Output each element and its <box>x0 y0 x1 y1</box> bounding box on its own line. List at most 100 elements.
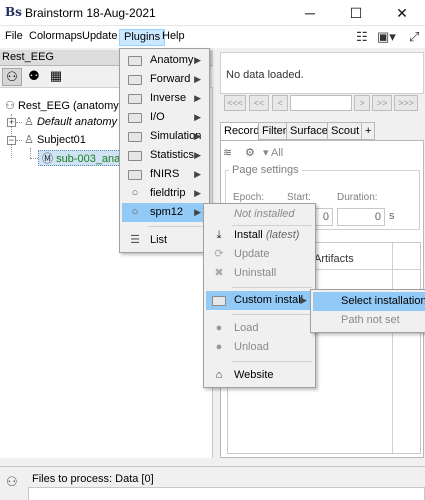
submenu-arrow-icon: ▶ <box>194 55 201 65</box>
spm12-status: Not installed <box>234 208 295 220</box>
plugins-item-list[interactable]: ☰ List <box>122 231 207 250</box>
tree-root-label: Rest_EEG (anatomy) <box>17 100 123 112</box>
functional-view-icon[interactable]: ⚉ <box>24 68 44 86</box>
submenu-arrow-icon: ▶ <box>194 169 201 179</box>
zoom-icon[interactable]: ⤢ <box>409 29 419 45</box>
folder-icon <box>210 291 228 313</box>
study-view-icon[interactable]: ▦ <box>46 68 66 86</box>
duration-unit: s <box>389 210 395 222</box>
expand-default-anatomy-toggle[interactable]: + <box>7 118 16 127</box>
collapse-subject-toggle[interactable]: − <box>7 136 16 145</box>
person-icon: ♙ <box>24 134 34 146</box>
minimize-button[interactable]: ─ <box>287 0 333 26</box>
gear-icon[interactable]: ⚙ <box>245 146 255 159</box>
menu-colormaps[interactable]: Colormaps <box>25 29 86 46</box>
menu-file[interactable]: File <box>1 29 27 46</box>
nav-prev-fast-button[interactable]: << <box>249 95 269 111</box>
tree-root[interactable]: ⚇ Rest_EEG (anatomy) <box>5 98 122 114</box>
plugins-item-io[interactable]: I/O ▶ <box>122 108 207 127</box>
tree-subject01[interactable]: ♙ Subject01 <box>24 132 86 148</box>
plugins-item-fieldtrip[interactable]: ○ fieldtrip ▶ <box>122 184 207 203</box>
menu-separator <box>232 314 312 315</box>
spm12-menu: Not installed ⤓ Install (latest) ⟳ Update … <box>203 203 316 388</box>
spm12-install[interactable]: ⤓ Install (latest) <box>206 226 313 245</box>
submenu-arrow-icon: ▶ <box>194 112 201 122</box>
nav-last-button[interactable]: >>> <box>394 95 418 111</box>
select-installation-folder[interactable]: Select installation fol <box>313 292 425 311</box>
plugins-item-simulation[interactable]: Simulation ▶ <box>122 127 207 146</box>
menu-bar: File Colormaps Update Plugins Help ☷ ▣▾ … <box>0 26 425 48</box>
brain-icon: ⚇ <box>5 100 15 112</box>
submenu-arrow-icon: ▶ <box>194 188 201 198</box>
submenu-arrow-icon: ▶ <box>194 150 201 160</box>
layout-list-icon[interactable]: ☷ <box>356 29 368 45</box>
default-anatomy-label: Default anatomy <box>36 116 118 128</box>
start-field[interactable]: 0 <box>315 208 333 226</box>
spm12-update[interactable]: ⟳ Update <box>206 245 313 264</box>
spm12-load[interactable]: ● Load <box>206 319 313 338</box>
unload-dot-icon: ● <box>215 341 223 353</box>
plugins-item-anatomy[interactable]: Anatomy ▶ <box>122 51 207 70</box>
close-icon: ✖ <box>214 267 224 279</box>
close-button[interactable]: ✕ <box>379 0 425 26</box>
plugins-item-statistics[interactable]: Statistics ▶ <box>122 146 207 165</box>
menu-separator <box>232 287 312 288</box>
plugins-item-spm12[interactable]: ○ spm12 ▶ <box>122 203 207 222</box>
title-bar: Bs Brainstorm 18-Aug-2021 ─ ☐ ✕ <box>0 0 425 26</box>
files-to-process-label: Files to process: Data [0] <box>32 473 154 485</box>
duration-field[interactable]: 0 <box>337 208 385 226</box>
menu-separator <box>148 226 206 227</box>
mri-icon: Ⓜ <box>42 153 53 165</box>
list-icon: ☰ <box>130 234 140 246</box>
menu-help[interactable]: Help <box>158 29 189 46</box>
subject-label: Subject01 <box>36 134 86 146</box>
tab-record[interactable]: Record <box>220 122 264 141</box>
nav-next-button[interactable]: > <box>354 95 370 111</box>
submenu-arrow-icon: ▶ <box>194 74 201 84</box>
submenu-arrow-icon: ▶ <box>194 93 201 103</box>
nav-prev-button[interactable]: < <box>272 95 288 111</box>
nav-position-field[interactable] <box>290 95 352 111</box>
download-icon: ⤓ <box>216 229 222 241</box>
brainstorm-logo-icon: Bs <box>5 5 22 19</box>
tree-default-anatomy[interactable]: ♙ Default anatomy <box>24 114 117 130</box>
filter-label: All <box>270 147 284 159</box>
menu-separator <box>232 361 312 362</box>
window-layout-icon[interactable]: ▣▾ <box>377 29 396 45</box>
person-icon: ♙ <box>24 116 34 128</box>
tab-add[interactable]: + <box>361 122 376 140</box>
tab-surface[interactable]: Surface <box>286 122 332 140</box>
plugins-item-inverse[interactable]: Inverse ▶ <box>122 89 207 108</box>
spm12-custom-install[interactable]: Custom install ▶ <box>206 291 313 310</box>
process-icon[interactable]: ⚇ <box>6 474 18 490</box>
epoch-label: Epoch: <box>233 192 265 203</box>
waveform-icon[interactable]: ≋ <box>223 146 232 159</box>
start-label: Start: <box>287 192 311 203</box>
filter-dropdown[interactable]: ▾ All <box>263 146 283 159</box>
spm12-unload[interactable]: ● Unload <box>206 338 313 357</box>
duration-label: Duration: <box>337 192 378 203</box>
nav-first-button[interactable]: <<< <box>224 95 246 111</box>
files-to-process-field[interactable] <box>28 487 425 500</box>
tab-scout[interactable]: Scout <box>327 122 364 140</box>
plugins-menu: Anatomy ▶ Forward ▶ Inverse ▶ I/O ▶ Simulati… <box>119 48 210 253</box>
data-status-box: No data loaded. <box>220 52 424 94</box>
maximize-button[interactable]: ☐ <box>333 0 379 26</box>
refresh-icon: ⟳ <box>214 248 224 260</box>
website-icon: ⌂ <box>215 369 223 381</box>
status-circle-icon: ○ <box>131 187 139 199</box>
spm12-website[interactable]: ⌂ Website <box>206 366 313 385</box>
process-bar: ⚇ Files to process: Data [0] <box>0 466 425 500</box>
nav-next-fast-button[interactable]: >> <box>372 95 392 111</box>
status-circle-icon: ○ <box>131 206 139 218</box>
page-settings-title: Page settings <box>229 164 302 176</box>
artifacts-label: Artifacts <box>314 253 354 265</box>
path-status: Path not set <box>341 314 400 326</box>
submenu-arrow-icon: ▶ <box>300 295 307 305</box>
plugins-item-fnirs[interactable]: fNIRS ▶ <box>122 165 207 184</box>
custom-install-menu: Select installation fol Path not set <box>310 289 425 333</box>
plugins-item-forward[interactable]: Forward ▶ <box>122 70 207 89</box>
anatomy-view-icon[interactable]: ⚇ <box>2 68 22 86</box>
menu-update[interactable]: Update <box>78 29 121 46</box>
spm12-uninstall[interactable]: ✖ Uninstall <box>206 264 313 283</box>
